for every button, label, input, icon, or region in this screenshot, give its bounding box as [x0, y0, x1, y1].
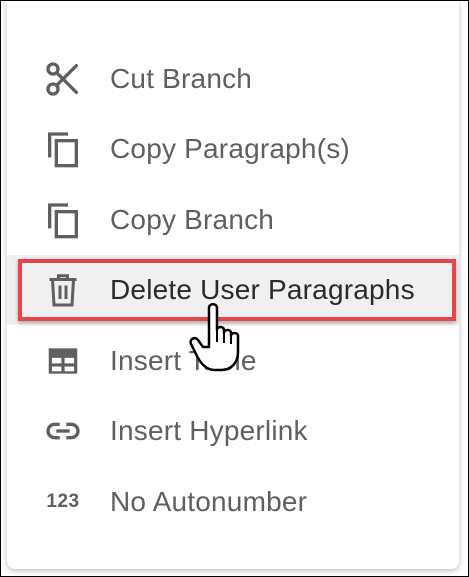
menu-item-copy-paragraphs[interactable]: Copy Paragraph(s)	[7, 114, 459, 184]
menu-item-delete-user-paragraphs[interactable]: Delete User Paragraphs	[7, 255, 459, 325]
link-icon	[43, 411, 83, 451]
table-icon	[43, 341, 83, 381]
menu-item-no-autonumber[interactable]: 123 No Autonumber	[7, 467, 459, 537]
menu-item-label: Cut Branch	[110, 63, 253, 94]
menu-item-label: Insert Table	[110, 345, 257, 376]
copy-icon	[43, 129, 83, 169]
menu-item-label: Copy Branch	[110, 204, 275, 235]
screenshot-frame: Cut Branch Copy Paragraph(s) Copy Branch	[0, 0, 469, 577]
trash-icon	[43, 270, 83, 310]
menu-item-label: Copy Paragraph(s)	[110, 133, 350, 164]
context-menu: Cut Branch Copy Paragraph(s) Copy Branch	[7, 1, 459, 569]
scissors-icon	[43, 59, 83, 99]
menu-item-label: Delete User Paragraphs	[110, 274, 415, 305]
menu-item-copy-branch[interactable]: Copy Branch	[7, 185, 459, 255]
menu-item-insert-hyperlink[interactable]: Insert Hyperlink	[7, 396, 459, 466]
menu-item-cut-branch[interactable]: Cut Branch	[7, 44, 459, 114]
number-icon: 123	[46, 491, 80, 512]
menu-item-label: No Autonumber	[110, 486, 308, 517]
menu-item-label: Insert Hyperlink	[110, 415, 308, 446]
menu-item-insert-table[interactable]: Insert Table	[7, 326, 459, 396]
copy-icon	[43, 200, 83, 240]
